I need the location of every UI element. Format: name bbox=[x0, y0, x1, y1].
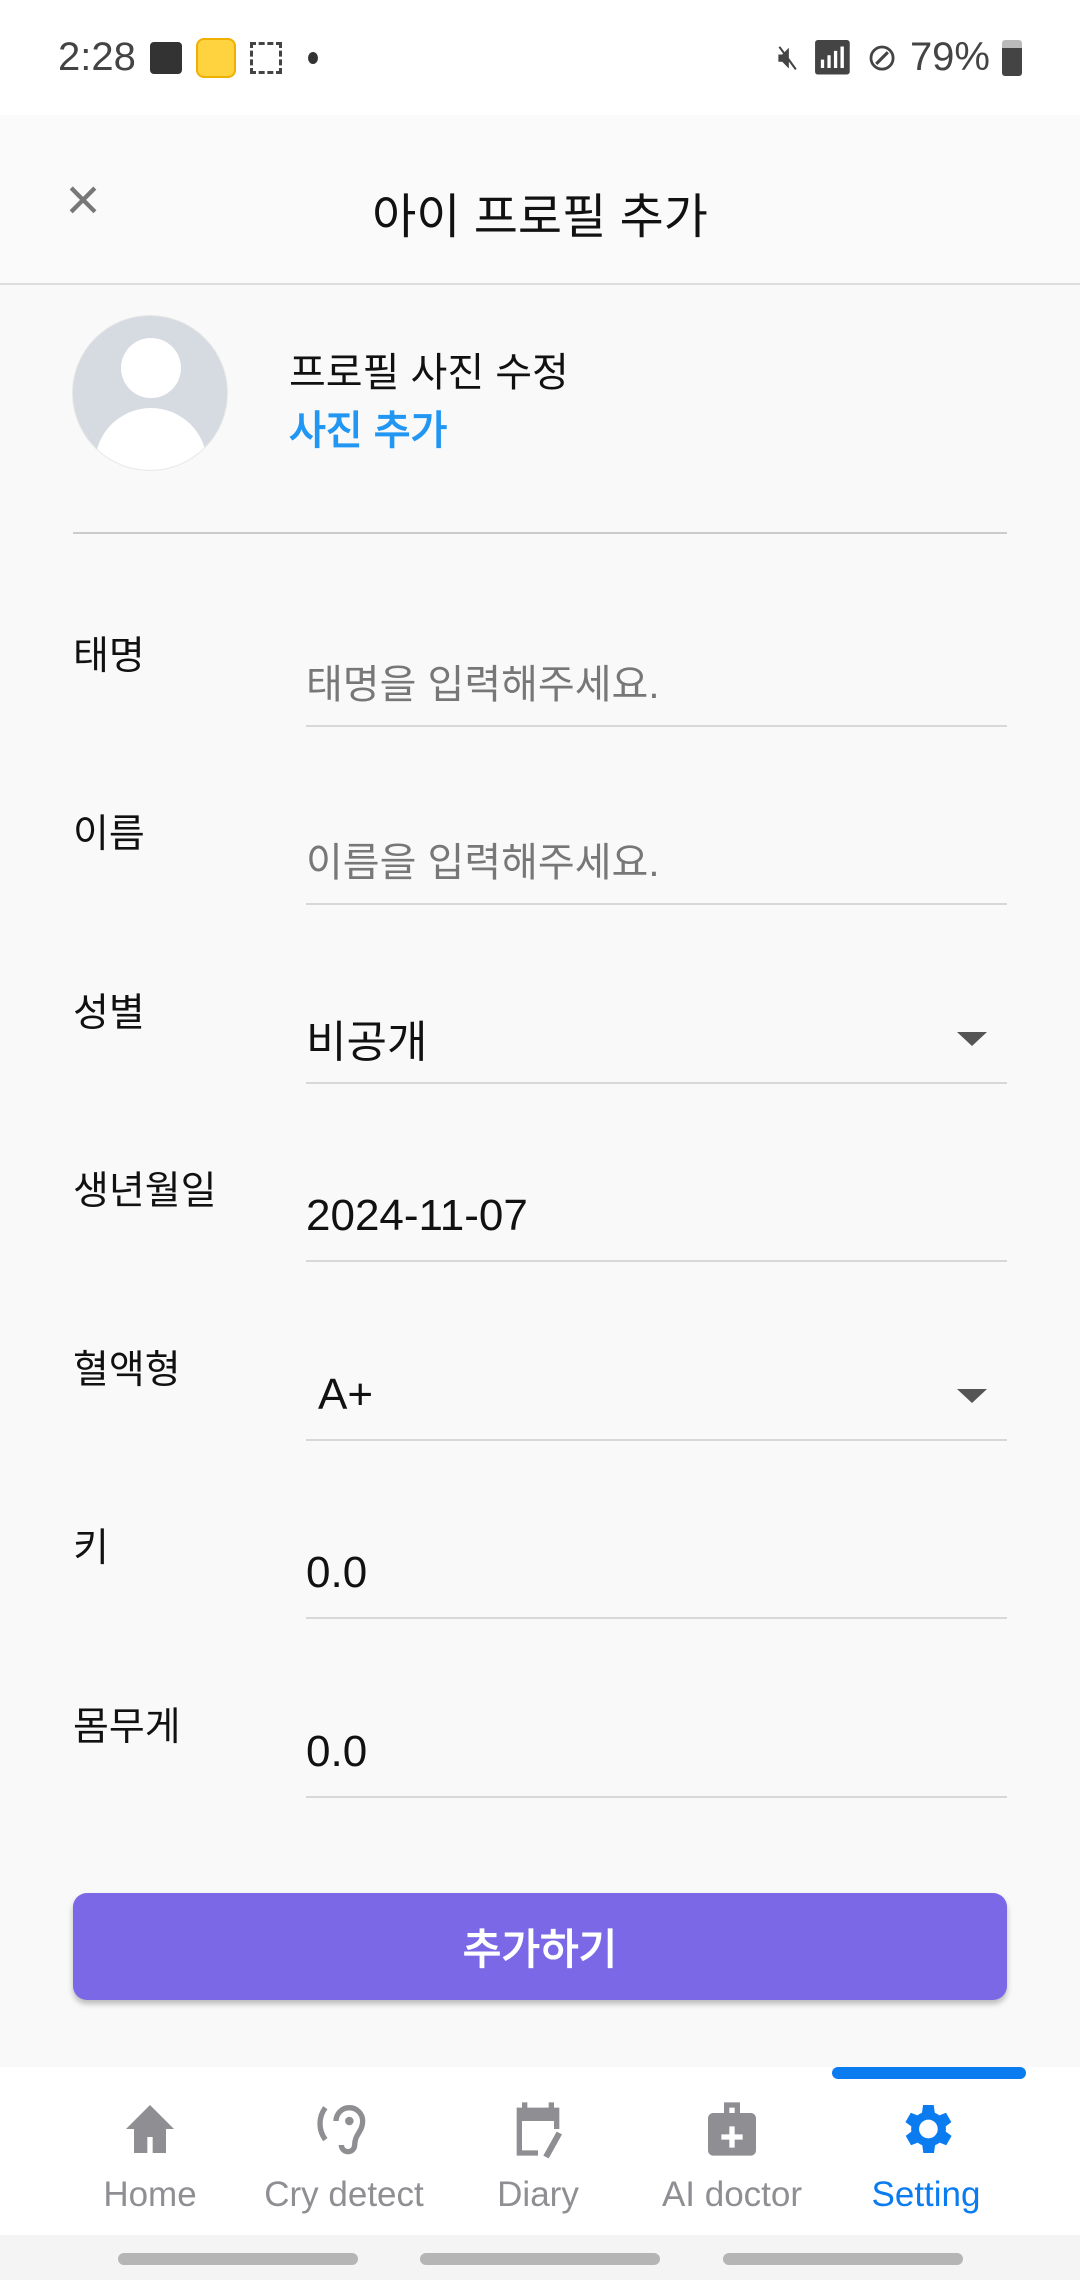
recent-apps-button[interactable] bbox=[118, 2253, 358, 2265]
battery-percent: 79% bbox=[909, 35, 990, 79]
field-blood-type: 혈액형 A+ bbox=[73, 1339, 1007, 1459]
field-gender: 성별 비공개 bbox=[73, 982, 1007, 1102]
field-label: 이름 bbox=[73, 813, 145, 856]
name-input[interactable]: 이름을 입력해주세요. bbox=[306, 815, 1007, 905]
blood-type-select[interactable]: A+ bbox=[306, 1351, 1007, 1441]
ear-icon bbox=[317, 2105, 366, 2155]
clock: 2:28 bbox=[58, 35, 136, 79]
mute-icon: 🔇︎ bbox=[777, 38, 799, 76]
submit-button[interactable]: 추가하기 bbox=[73, 1893, 1007, 2000]
field-nickname: 태명 태명을 입력해주세요. bbox=[73, 625, 1007, 745]
field-height: 키 0.0 bbox=[73, 1517, 1007, 1637]
nav-home[interactable]: Home bbox=[53, 2067, 247, 2235]
back-gesture-button[interactable] bbox=[723, 2253, 963, 2265]
battery-icon bbox=[1002, 39, 1022, 76]
add-photo-link[interactable]: 사진 추가 bbox=[289, 398, 447, 456]
baby-app-icon bbox=[195, 37, 236, 78]
nav-cry-detect[interactable]: Cry detect bbox=[247, 2067, 441, 2235]
field-name: 이름 이름을 입력해주세요. bbox=[73, 803, 1007, 923]
gear-icon bbox=[905, 2105, 952, 2153]
height-input[interactable]: 0.0 bbox=[306, 1529, 1007, 1619]
app-header: × 아이 프로필 추가 bbox=[0, 115, 1080, 285]
screen-record-icon bbox=[249, 41, 282, 74]
divider bbox=[73, 532, 1007, 534]
field-label: 태명 bbox=[73, 635, 145, 678]
field-label: 혈액형 bbox=[73, 1349, 181, 1392]
dot-icon bbox=[307, 51, 318, 64]
birthdate-input[interactable]: 2024-11-07 bbox=[306, 1172, 1007, 1262]
field-label: 생년월일 bbox=[73, 1170, 217, 1213]
field-label: 성별 bbox=[73, 992, 145, 1035]
gallery-icon bbox=[149, 41, 182, 74]
gesture-bar bbox=[0, 2235, 1080, 2280]
field-label: 키 bbox=[73, 1527, 109, 1570]
gender-select[interactable]: 비공개 bbox=[306, 994, 1007, 1084]
home-icon bbox=[126, 2105, 174, 2153]
wifi-icon: 📶︎ bbox=[810, 38, 855, 77]
field-label: 몸무게 bbox=[73, 1706, 181, 1749]
avatar[interactable] bbox=[72, 315, 228, 471]
dropdown-arrow-icon bbox=[957, 1032, 987, 1046]
nickname-input[interactable]: 태명을 입력해주세요. bbox=[306, 637, 1007, 727]
dropdown-arrow-icon bbox=[957, 1389, 987, 1403]
home-gesture-button[interactable] bbox=[420, 2253, 660, 2265]
profile-photo-label: 프로필 사진 수정 bbox=[289, 351, 569, 395]
field-birthdate: 생년월일 2024-11-07 bbox=[73, 1160, 1007, 1280]
nav-diary[interactable]: Diary bbox=[441, 2067, 635, 2235]
nav-setting[interactable]: Setting bbox=[829, 2067, 1023, 2235]
nav-ai-doctor[interactable]: AI doctor bbox=[635, 2067, 829, 2235]
page-title: 아이 프로필 추가 bbox=[372, 191, 708, 244]
weight-input[interactable]: 0.0 bbox=[306, 1708, 1007, 1798]
medical-kit-icon bbox=[708, 2102, 756, 2156]
dnd-icon: ⊘ bbox=[866, 37, 898, 79]
bottom-nav: Home Cry detect Diary AI doctor Setting bbox=[0, 2067, 1080, 2235]
field-weight: 몸무게 0.0 bbox=[73, 1696, 1007, 1816]
status-bar: 2:28 🔇︎ 📶︎ ⊘ 79% bbox=[0, 0, 1080, 115]
calendar-edit-icon bbox=[516, 2102, 562, 2159]
